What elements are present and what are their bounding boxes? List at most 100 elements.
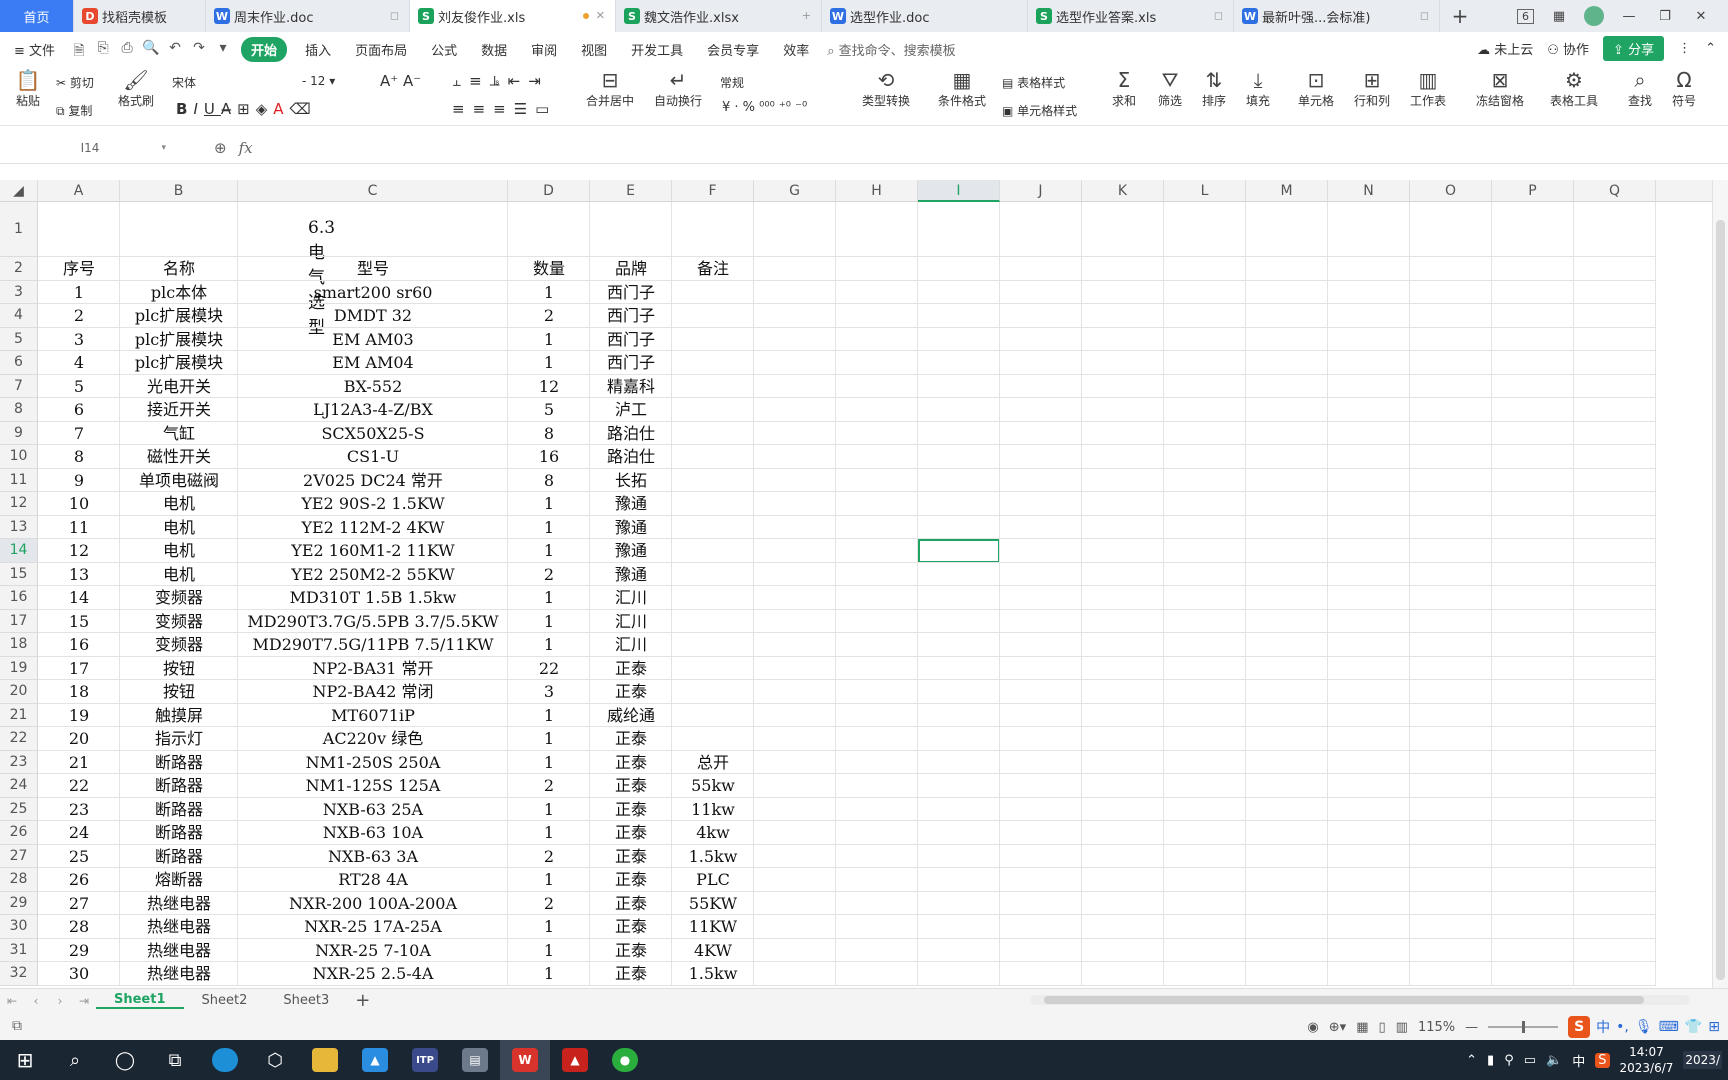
- table-cell[interactable]: 1: [508, 610, 590, 634]
- table-cell[interactable]: 24: [38, 821, 120, 845]
- table-cell[interactable]: 总开: [672, 751, 754, 775]
- tab-count-badge[interactable]: 6: [1517, 8, 1534, 24]
- column-header[interactable]: F: [672, 180, 754, 202]
- font-size-select[interactable]: - 12 ▾: [302, 74, 362, 88]
- first-sheet-icon[interactable]: ⇤: [0, 994, 24, 1008]
- normal-view-icon[interactable]: ▦: [1356, 1020, 1368, 1035]
- freeze-panes-button[interactable]: ⊠ 冻结窗格: [1470, 68, 1530, 109]
- table-cell[interactable]: 1.5kw: [672, 845, 754, 869]
- column-header[interactable]: A: [38, 180, 120, 202]
- valign-group[interactable]: ⫠≡⫡⇤⇥: [452, 72, 549, 90]
- column-header[interactable]: P: [1492, 180, 1574, 202]
- table-cell[interactable]: 9: [38, 469, 120, 493]
- restore-button[interactable]: ❐: [1654, 9, 1676, 24]
- table-cell[interactable]: 5: [38, 375, 120, 399]
- table-cell[interactable]: 西门子: [590, 281, 672, 305]
- table-cell[interactable]: 豫通: [590, 492, 672, 516]
- table-cell[interactable]: 4kw: [672, 821, 754, 845]
- table-cell[interactable]: 路泊仕: [590, 445, 672, 469]
- column-header[interactable]: N: [1328, 180, 1410, 202]
- grid-menu-icon[interactable]: ⊞: [1708, 1019, 1720, 1035]
- table-cell[interactable]: 8: [38, 445, 120, 469]
- column-header[interactable]: M: [1246, 180, 1328, 202]
- cortana-icon[interactable]: ◯: [100, 1040, 150, 1080]
- table-cell[interactable]: 2: [508, 563, 590, 587]
- wrap-text-button[interactable]: ↵ 自动换行: [650, 68, 706, 109]
- table-cell[interactable]: 1: [508, 704, 590, 728]
- table-cell[interactable]: 11kw: [672, 798, 754, 822]
- table-cell[interactable]: plc本体: [120, 281, 238, 305]
- table-cell[interactable]: 20: [38, 727, 120, 751]
- tab-active-sheet[interactable]: S 刘友俊作业.xls ✕: [410, 0, 616, 32]
- row-header[interactable]: 10: [0, 445, 38, 469]
- table-cell[interactable]: 1: [38, 281, 120, 305]
- save-icon[interactable]: 🗎: [70, 40, 88, 59]
- table-cell[interactable]: 2: [508, 845, 590, 869]
- table-cell[interactable]: 按钮: [120, 680, 238, 704]
- table-cell[interactable]: 1: [508, 915, 590, 939]
- table-cell[interactable]: NXB-63 25A: [238, 798, 508, 822]
- merge-center-button[interactable]: ⊟ 合并居中: [582, 68, 638, 109]
- table-cell[interactable]: 1.5kw: [672, 962, 754, 986]
- tab-pin-icon[interactable]: ◻: [1420, 9, 1429, 22]
- table-cell[interactable]: 汇川: [590, 610, 672, 634]
- menu-review[interactable]: 审阅: [519, 40, 569, 59]
- column-header[interactable]: K: [1082, 180, 1164, 202]
- table-cell[interactable]: 汇川: [590, 633, 672, 657]
- table-cell[interactable]: 正泰: [590, 657, 672, 681]
- row-header[interactable]: 28: [0, 868, 38, 892]
- table-cell[interactable]: plc扩展模块: [120, 328, 238, 352]
- table-cell[interactable]: LJ12A3-4-Z/BX: [238, 398, 508, 422]
- table-cell[interactable]: 断路器: [120, 774, 238, 798]
- row-header[interactable]: 4: [0, 304, 38, 328]
- table-cell[interactable]: NXR-25 2.5-4A: [238, 962, 508, 986]
- type-convert-button[interactable]: ⟲ 类型转换: [856, 68, 916, 109]
- table-cell[interactable]: 1: [508, 586, 590, 610]
- fill-color-icon[interactable]: ◈: [256, 100, 274, 118]
- prev-sheet-icon[interactable]: ‹: [24, 994, 48, 1008]
- table-tools-button[interactable]: ⚙ 表格工具: [1546, 68, 1602, 109]
- close-window-button[interactable]: ✕: [1690, 9, 1712, 24]
- copy-button[interactable]: ⧉ 复制: [56, 102, 92, 119]
- font-grow-button[interactable]: A⁺ A⁻: [380, 72, 421, 90]
- row-header[interactable]: 15: [0, 562, 38, 586]
- table-cell[interactable]: 精嘉科: [590, 375, 672, 399]
- tab-doc[interactable]: W 最新叶强...会标准) ◻: [1234, 0, 1440, 32]
- horizontal-scrollbar[interactable]: [1030, 995, 1690, 1005]
- table-cell[interactable]: 12: [38, 539, 120, 563]
- table-cell[interactable]: 正泰: [590, 680, 672, 704]
- table-cell[interactable]: 13: [38, 563, 120, 587]
- windows-start-icon[interactable]: ⊞: [0, 1040, 50, 1080]
- scroll-thumb[interactable]: [1044, 996, 1644, 1004]
- table-cell[interactable]: 15: [38, 610, 120, 634]
- table-cell[interactable]: 电机: [120, 492, 238, 516]
- table-cell[interactable]: 1: [508, 962, 590, 986]
- row-header[interactable]: 26: [0, 821, 38, 845]
- photos-icon[interactable]: ▲: [350, 1040, 400, 1080]
- column-header[interactable]: I: [918, 180, 1000, 202]
- table-cell[interactable]: 热继电器: [120, 892, 238, 916]
- table-cell[interactable]: 1: [508, 633, 590, 657]
- row-header[interactable]: 19: [0, 656, 38, 680]
- sogou-ime-icon[interactable]: S: [1568, 1016, 1591, 1038]
- row-header[interactable]: 12: [0, 492, 38, 516]
- column-header[interactable]: J: [1000, 180, 1082, 202]
- row-header[interactable]: 18: [0, 633, 38, 657]
- chevron-up-icon[interactable]: ⌃: [1466, 1053, 1477, 1068]
- command-search[interactable]: ⌕ 查找命令、搜索模板: [827, 40, 955, 59]
- new-tab-button[interactable]: +: [1440, 0, 1480, 32]
- menu-file[interactable]: ≡ 文件: [0, 40, 67, 59]
- table-cell[interactable]: 21: [38, 751, 120, 775]
- wechat-icon[interactable]: ●: [600, 1040, 650, 1080]
- table-cell[interactable]: 热继电器: [120, 915, 238, 939]
- table-cell[interactable]: 正泰: [590, 962, 672, 986]
- table-cell[interactable]: 汇川: [590, 586, 672, 610]
- table-cell[interactable]: 名称: [120, 257, 238, 281]
- symbol-button[interactable]: Ω 符号: [1664, 68, 1704, 109]
- table-cell[interactable]: [672, 563, 754, 587]
- table-cell[interactable]: [672, 586, 754, 610]
- row-col-button[interactable]: ⊞ 行和列: [1348, 68, 1396, 109]
- row-header[interactable]: 25: [0, 797, 38, 821]
- vertical-scrollbar[interactable]: [1712, 180, 1728, 988]
- column-header[interactable]: L: [1164, 180, 1246, 202]
